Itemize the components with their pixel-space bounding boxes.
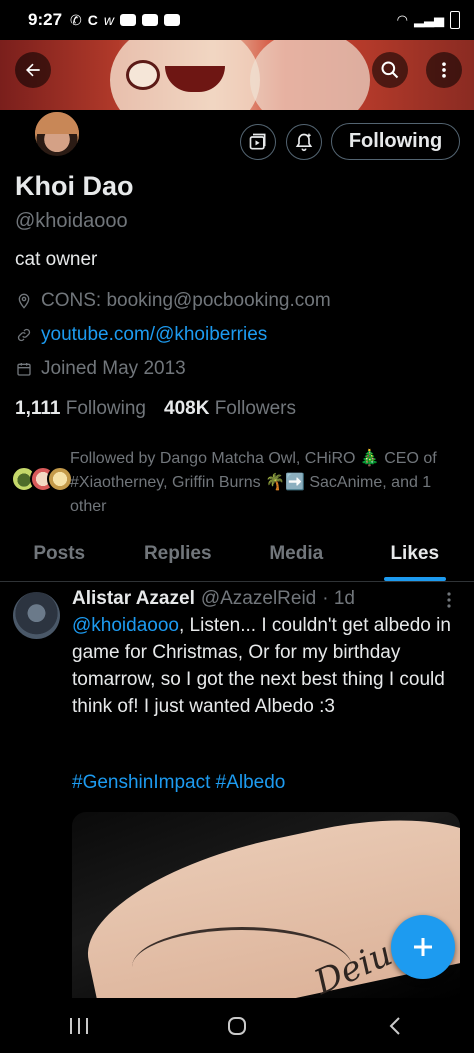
back-nav-button[interactable] [365,1006,425,1046]
following-button[interactable]: Following [331,123,460,160]
status-system-icons: ◠ ▂▃▅ [397,11,460,29]
banner-eye [126,60,160,90]
tweet-avatar[interactable] [13,592,60,639]
tab-label: Posts [33,543,86,564]
location-icon [15,292,33,310]
professional-category-row: CONS: booking@pocbooking.com [15,290,331,312]
banner-shape-2 [250,40,370,110]
status-bar: 9:27 ✆ C w ◠ ▂▃▅ [0,0,474,40]
tweet-more-button[interactable] [446,592,452,613]
compose-button[interactable] [391,915,455,979]
back-arrow-icon [26,63,40,77]
followers-count: 408K [164,398,210,419]
tweet-mention[interactable]: @khoidaooo [72,615,179,636]
youtube-icon [120,14,137,26]
subscriptions-button[interactable] [240,124,276,160]
battery-icon [450,11,460,29]
tab-label: Likes [390,543,440,564]
youtube-icon-2 [142,14,159,26]
tab-replies[interactable]: Replies [119,530,238,581]
tab-label: Replies [143,543,212,564]
compose-plus-icon [414,938,432,956]
following-count: 1,111 [15,398,61,419]
tweet-header: Alistar Azazel @AzazelReid · 1d [72,588,355,610]
profile-tabs: Posts Replies Media Likes [0,530,474,582]
status-time: 9:27 [28,10,63,29]
status-notification-icons: ✆ C w [70,11,181,29]
tab-posts[interactable]: Posts [0,530,119,581]
wifi-icon: ◠ [396,12,408,27]
joined-date: Joined May 2013 [41,358,186,379]
more-vertical-icon [442,62,446,78]
bio: cat owner [15,249,98,270]
tweet-hashtags[interactable]: #GenshinImpact #Albedo [72,772,285,794]
website-link[interactable]: youtube.com/@khoiberries [41,324,267,346]
following-count-link[interactable]: 1,111 Following [15,398,146,420]
tweet-handle[interactable]: @AzazelReid [201,588,316,610]
tweet-text: @khoidaooo, Listen... I couldn't get alb… [72,612,467,720]
tab-media[interactable]: Media [237,530,356,581]
recents-button[interactable] [49,1006,109,1046]
more-options-button[interactable] [426,52,462,88]
tweet-display-name[interactable]: Alistar Azazel [72,588,195,610]
home-button[interactable] [207,1006,267,1046]
signal-icon: ▂▃▅ [414,12,444,27]
system-navigation-bar [0,998,474,1053]
w-app-icon: w [103,12,115,28]
tab-label: Media [269,543,324,564]
professional-category-text: CONS: booking@pocbooking.com [41,290,331,311]
display-name: Khoi Dao [15,171,134,201]
website-row: youtube.com/@khoiberries [15,324,267,346]
tweet-time: · 1d [322,588,355,609]
notifications-button[interactable] [286,124,322,160]
home-icon [228,1016,246,1035]
call-forward-icon: ✆ [70,11,82,28]
active-tab-indicator [383,577,446,581]
followers-count-link[interactable]: 408K Followers [164,398,296,420]
more-vertical-icon [447,592,451,608]
back-chevron-icon [389,1016,400,1035]
notification-bell-icon [295,133,313,152]
joined-row: Joined May 2013 [15,358,186,380]
search-button[interactable] [372,52,408,88]
subscribe-icon [249,133,266,150]
followers-label: Followers [214,398,297,419]
c-app-icon: C [87,12,98,28]
user-handle: @khoidaooo [15,210,128,232]
avatar-cap [35,112,79,134]
profile-avatar[interactable] [33,110,81,158]
back-button[interactable] [15,52,51,88]
tab-likes[interactable]: Likes [356,530,474,581]
recents-icon [70,1017,88,1034]
follow-counts: 1,111 Following 408K Followers [15,398,296,420]
link-icon [15,326,33,344]
app-notification-icon [164,14,181,26]
calendar-icon [15,360,33,378]
search-icon [381,61,399,79]
following-label: Following [65,398,146,419]
followed-by-text[interactable]: Followed by Dango Matcha Owl, CHiRO 🎄 CE… [70,447,465,519]
